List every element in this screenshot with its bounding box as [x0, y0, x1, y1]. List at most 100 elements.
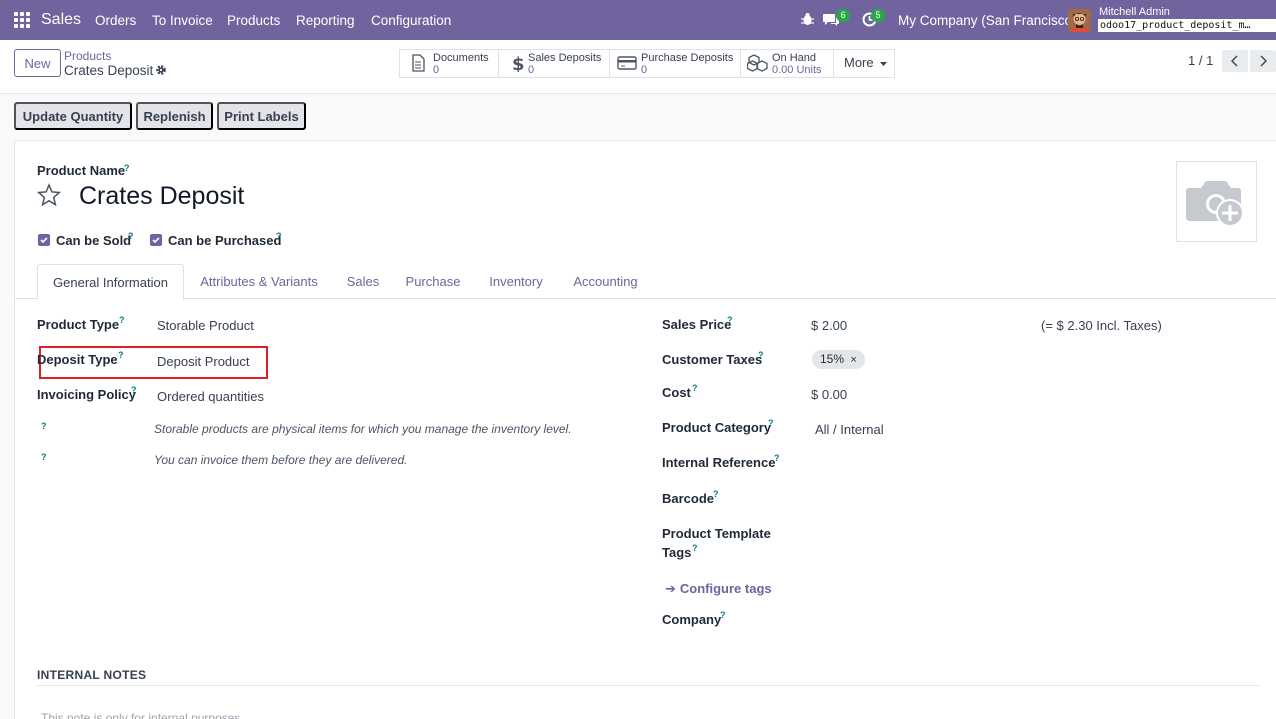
product-type-label: Product Type	[37, 317, 120, 332]
user-name[interactable]: Mitchell Admin	[1099, 6, 1170, 18]
gear-icon[interactable]	[155, 64, 167, 76]
camera-add-icon	[1186, 181, 1244, 227]
on-hand-value: 0.00 Units	[772, 64, 822, 76]
arrow-right-icon: ➔	[665, 581, 676, 596]
print-labels-button[interactable]: Print Labels	[217, 102, 306, 130]
sales-deposits-value: 0	[528, 64, 535, 76]
tax-tag[interactable]: 15% ×	[812, 350, 865, 369]
help-tooltip[interactable]: ?	[276, 231, 282, 241]
chat-badge: 6	[836, 9, 850, 22]
caret-down-icon	[880, 62, 887, 66]
form-tabs: General Information Attributes & Variant…	[15, 264, 1276, 300]
product-category-label: Product Category	[662, 420, 772, 435]
product-type-note: Storable products are physical items for…	[154, 422, 572, 436]
on-hand-label: On Hand	[772, 52, 817, 64]
app-name[interactable]: Sales	[41, 11, 81, 29]
favorite-star-icon[interactable]	[37, 183, 61, 207]
breadcrumb-products[interactable]: Products	[64, 49, 111, 63]
menu-products[interactable]: Products	[227, 13, 280, 28]
sales-deposits-label: Sales Deposits	[528, 52, 602, 64]
product-name-field[interactable]: Crates Deposit	[79, 182, 244, 211]
tab-sales[interactable]: Sales	[339, 264, 387, 299]
menu-to-invoice[interactable]: To Invoice	[152, 13, 213, 28]
internal-notes-field[interactable]: This note is only for internal purposes.	[41, 711, 244, 719]
product-category-field[interactable]: All / Internal	[815, 422, 884, 437]
pager-value[interactable]: 1 / 1	[1188, 53, 1213, 68]
dollar-icon: $	[512, 54, 525, 72]
cost-label: Cost	[662, 385, 691, 400]
top-navbar: Sales Orders To Invoice Products Reporti…	[0, 0, 1276, 40]
svg-text:$: $	[512, 54, 525, 72]
tab-attributes-variants[interactable]: Attributes & Variants	[191, 264, 327, 299]
help-tooltip[interactable]: ?	[727, 315, 733, 325]
barcode-label: Barcode	[662, 491, 715, 506]
help-tooltip[interactable]: ?	[41, 452, 47, 462]
invoicing-policy-field[interactable]: Ordered quantities	[157, 389, 264, 404]
section-divider	[37, 685, 1259, 686]
tab-general-information[interactable]: General Information	[37, 264, 184, 300]
help-tooltip[interactable]: ?	[692, 383, 698, 393]
company-switcher[interactable]: My Company (San Francisco)	[898, 13, 1077, 28]
help-tooltip[interactable]: ?	[758, 350, 764, 360]
pager-next-button[interactable]	[1250, 50, 1276, 72]
menu-configuration[interactable]: Configuration	[371, 13, 451, 28]
help-tooltip[interactable]: ?	[774, 453, 780, 463]
control-panel: New Products Crates Deposit Documents 0 …	[0, 40, 1276, 94]
more-label: More	[844, 55, 874, 70]
help-tooltip[interactable]: ?	[128, 231, 134, 241]
replenish-button[interactable]: Replenish	[136, 102, 213, 130]
help-tooltip[interactable]: ?	[124, 163, 130, 173]
company-label: Company	[662, 612, 722, 627]
help-tooltip[interactable]: ?	[692, 543, 698, 553]
database-name: odoo17_product_deposit_m…	[1098, 19, 1276, 32]
product-image-upload[interactable]	[1176, 161, 1257, 242]
help-tooltip[interactable]: ?	[713, 489, 719, 499]
sales-price-field[interactable]: $ 2.00	[811, 318, 847, 333]
credit-card-icon	[617, 56, 637, 70]
can-be-purchased-label[interactable]: Can be Purchased	[168, 233, 281, 248]
deposit-type-field[interactable]: Deposit Product	[157, 354, 250, 369]
document-icon	[412, 54, 425, 72]
tab-accounting[interactable]: Accounting	[565, 264, 646, 299]
menu-orders[interactable]: Orders	[95, 13, 136, 28]
cost-field[interactable]: $ 0.00	[811, 387, 847, 402]
sales-deposits-smart-button[interactable]: $ Sales Deposits 0	[499, 50, 610, 77]
bug-icon[interactable]	[801, 12, 814, 26]
chevron-right-icon	[1260, 55, 1267, 67]
tab-purchase[interactable]: Purchase	[399, 264, 467, 299]
help-tooltip[interactable]: ?	[118, 350, 124, 360]
documents-smart-button[interactable]: Documents 0	[400, 50, 499, 77]
update-quantity-button[interactable]: Update Quantity	[14, 102, 132, 130]
new-button[interactable]: New	[14, 49, 61, 77]
user-avatar[interactable]	[1068, 9, 1091, 32]
help-tooltip[interactable]: ?	[131, 385, 137, 395]
menu-reporting[interactable]: Reporting	[296, 13, 355, 28]
tag-remove-icon[interactable]: ×	[850, 354, 856, 366]
product-name-label: Product Name	[37, 163, 126, 178]
help-tooltip[interactable]: ?	[41, 421, 47, 431]
documents-label: Documents	[433, 52, 489, 64]
can-be-sold-checkbox[interactable]	[38, 234, 50, 246]
help-tooltip[interactable]: ?	[119, 315, 125, 325]
configure-tags-label: Configure tags	[679, 581, 772, 596]
tab-inventory[interactable]: Inventory	[481, 264, 551, 299]
tax-tag-label: 15%	[820, 352, 845, 366]
pager-previous-button[interactable]	[1222, 50, 1248, 72]
apps-grid-icon[interactable]	[14, 12, 30, 28]
more-dropdown[interactable]: More	[834, 50, 894, 77]
help-tooltip[interactable]: ?	[720, 610, 726, 620]
can-be-sold-label[interactable]: Can be Sold	[56, 233, 131, 248]
deposit-type-label: Deposit Type	[37, 352, 118, 367]
on-hand-smart-button[interactable]: On Hand 0.00 Units	[741, 50, 834, 77]
can-be-purchased-checkbox[interactable]	[150, 234, 162, 246]
invoicing-policy-label: Invoicing Policy	[37, 387, 136, 402]
product-type-field[interactable]: Storable Product	[157, 318, 254, 333]
incl-taxes-value: (= $ 2.30 Incl. Taxes)	[1041, 318, 1162, 333]
template-tags-label-line2: Tags	[662, 545, 692, 560]
help-tooltip[interactable]: ?	[768, 418, 774, 428]
configure-tags-link[interactable]: ➔ Configure tags	[665, 581, 772, 597]
chevron-left-icon	[1231, 55, 1238, 67]
sales-price-label: Sales Price	[662, 317, 732, 332]
purchase-deposits-smart-button[interactable]: Purchase Deposits 0	[610, 50, 741, 77]
internal-reference-label: Internal Reference	[662, 455, 776, 470]
